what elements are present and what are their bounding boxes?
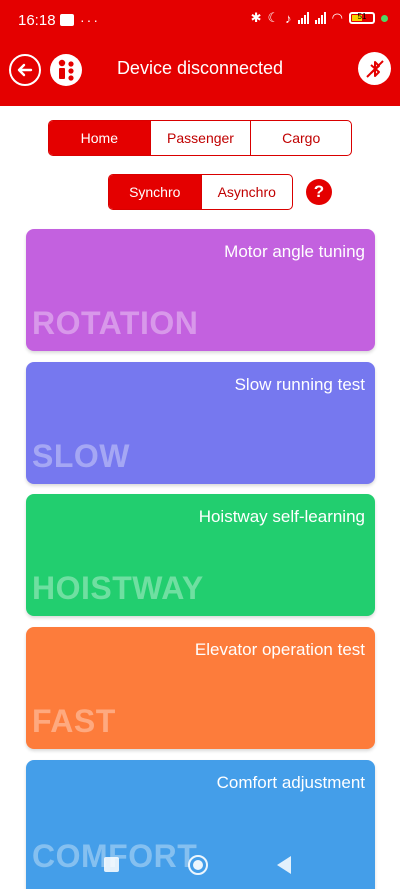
do-not-disturb-moon-icon: ☾: [267, 10, 280, 25]
system-navigation-bar: [0, 850, 400, 880]
top-bar: 16:18 ··· ✱ ☾ ♪ ◠ 51 Device disconnected: [0, 0, 400, 106]
charging-dot-icon: [381, 14, 388, 22]
signal-strength-icon: [297, 12, 309, 24]
card-label: ROTATION: [32, 305, 199, 341]
tab-home[interactable]: Home: [49, 121, 150, 155]
tab-asynchro[interactable]: Asynchro: [200, 175, 293, 209]
card-subtitle: Elevator operation test: [194, 640, 365, 659]
status-bar: 16:18 ··· ✱ ☾ ♪ ◠ 51: [0, 0, 400, 40]
signal-strength-2-icon: [314, 12, 326, 24]
card-fast[interactable]: Elevator operation test FAST: [26, 627, 375, 749]
card-rotation[interactable]: Motor angle tuning ROTATION: [26, 229, 375, 351]
muted-bell-icon: ♪: [285, 10, 292, 26]
recent-apps-icon[interactable]: [104, 857, 119, 872]
card-subtitle: Slow running test: [234, 375, 365, 394]
back-triangle-icon[interactable]: [277, 856, 291, 874]
card-subtitle: Comfort adjustment: [216, 773, 365, 792]
mode-segmented-control: Synchro Asynchro: [108, 174, 293, 210]
card-subtitle: Hoistway self-learning: [198, 507, 365, 526]
page-title: Device disconnected: [116, 58, 284, 78]
card-label: FAST: [32, 703, 116, 739]
battery-level: 51: [357, 12, 367, 21]
app-bar: Device disconnected: [0, 48, 400, 92]
card-hoistway[interactable]: Hoistway self-learning HOISTWAY: [26, 494, 375, 616]
more-notifications-icon: ···: [80, 12, 100, 28]
bluetooth-button[interactable]: [358, 52, 391, 85]
card-label: SLOW: [32, 438, 130, 474]
card-subtitle: Motor angle tuning: [224, 242, 365, 261]
bluetooth-disabled-icon: [365, 59, 384, 78]
status-time: 16:18: [18, 12, 56, 29]
type-segmented-control: Home Passenger Cargo: [48, 120, 352, 156]
bluetooth-status-icon: ✱: [250, 10, 262, 25]
card-label: HOISTWAY: [32, 570, 204, 606]
battery-icon: 51: [349, 12, 375, 24]
home-icon[interactable]: [188, 855, 208, 875]
card-slow[interactable]: Slow running test SLOW: [26, 362, 375, 484]
tab-passenger[interactable]: Passenger: [149, 121, 251, 155]
tab-synchro[interactable]: Synchro: [109, 175, 201, 209]
system-icons: ✱ ☾ ♪ ◠ 51: [251, 10, 388, 26]
notification-icons: ···: [60, 12, 100, 28]
tab-cargo[interactable]: Cargo: [250, 121, 351, 155]
help-button[interactable]: ?: [306, 179, 332, 205]
wifi-icon: ◠: [331, 10, 343, 25]
app-notification-icon: [60, 14, 74, 26]
